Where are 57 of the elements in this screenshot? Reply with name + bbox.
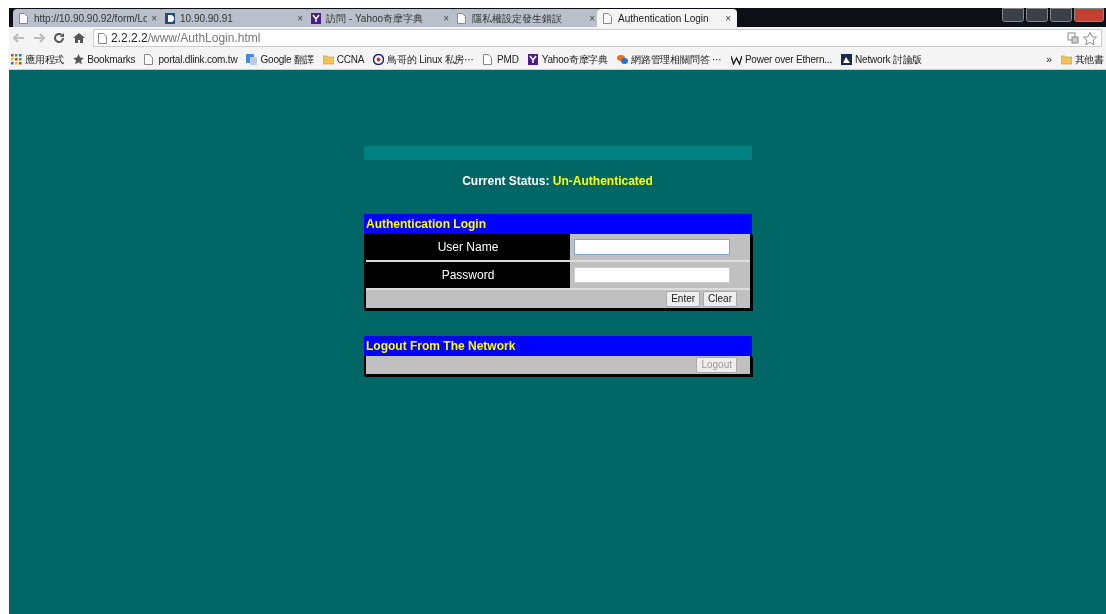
round-logo-icon [373, 53, 385, 65]
star-icon[interactable] [1083, 31, 1097, 45]
folder-icon [1060, 53, 1072, 65]
bookmark-link[interactable]: Google 翻譯 [260, 51, 314, 67]
reload-icon[interactable] [53, 32, 65, 44]
translate-icon[interactable] [1067, 32, 1079, 44]
chat-bubbles-icon [617, 53, 629, 65]
form-button[interactable]: Clear [703, 291, 737, 307]
page-icon [98, 32, 107, 44]
bookmark-link[interactable]: portal.dlink.com.tw [158, 51, 238, 67]
form-button[interactable]: Enter [666, 291, 701, 307]
field-label: User Name [366, 234, 570, 260]
folder-icon [322, 53, 334, 65]
close-icon[interactable]: × [443, 10, 449, 26]
bookmark-link[interactable]: 鳥哥的 Linux 私房⋯ [387, 51, 475, 67]
apps-grid-icon [11, 53, 22, 65]
panel-header: Logout From The Network [364, 336, 752, 356]
close-icon[interactable]: × [151, 10, 157, 26]
page-icon [483, 53, 495, 65]
page-icon [19, 12, 30, 24]
bookmark-link[interactable]: Yahoo奇摩字典 [541, 51, 609, 67]
field-label: Password [366, 262, 570, 288]
star-icon [73, 53, 85, 65]
letter-y-icon [311, 12, 322, 24]
status-text: Current Status: Un-Authenticated [462, 173, 653, 190]
bookmark-link[interactable]: Bookmarks [87, 51, 136, 67]
bookmark-link[interactable]: 其他書 [1074, 51, 1104, 67]
maximize-button[interactable] [1050, 8, 1072, 22]
bookmark-link[interactable]: CCNA [336, 51, 365, 67]
address-bar[interactable]: 2.2.2.2/www/AuthLogin.html [93, 29, 1102, 47]
page-icon [144, 53, 156, 65]
browser-tab[interactable]: Authentication Login × [597, 9, 737, 27]
bookmark-link[interactable]: 網路管理相關問答 ⋯ [631, 51, 722, 67]
input-field[interactable] [574, 239, 730, 255]
page-icon [603, 12, 614, 24]
url-text: 2.2.2.2/www/AuthLogin.html [111, 30, 261, 47]
bookmark-link[interactable]: Power over Ethern... [744, 51, 833, 67]
more-bookmarks-button[interactable]: » [1046, 51, 1052, 67]
page-icon [457, 12, 468, 24]
bookmark-link[interactable]: 應用程式 [25, 51, 65, 67]
forward-icon[interactable] [33, 33, 45, 43]
bookmark-link[interactable]: Network 討論版 [855, 51, 923, 67]
input-field[interactable] [574, 267, 730, 283]
letter-y-icon [527, 53, 539, 65]
translate-icon [246, 53, 258, 65]
close-icon[interactable]: × [589, 10, 595, 26]
minimize-button[interactable] [1026, 8, 1048, 22]
close-icon[interactable]: × [297, 10, 303, 26]
bookmark-link[interactable]: PMD [497, 51, 519, 67]
user-button[interactable] [1002, 8, 1024, 22]
back-icon[interactable] [13, 33, 25, 43]
letter-d-icon [165, 12, 176, 24]
letter-w-icon [730, 53, 742, 65]
mountain-icon [841, 53, 853, 65]
panel-header: Authentication Login [364, 214, 752, 234]
home-icon[interactable] [73, 32, 85, 44]
close-icon[interactable]: × [725, 10, 731, 26]
